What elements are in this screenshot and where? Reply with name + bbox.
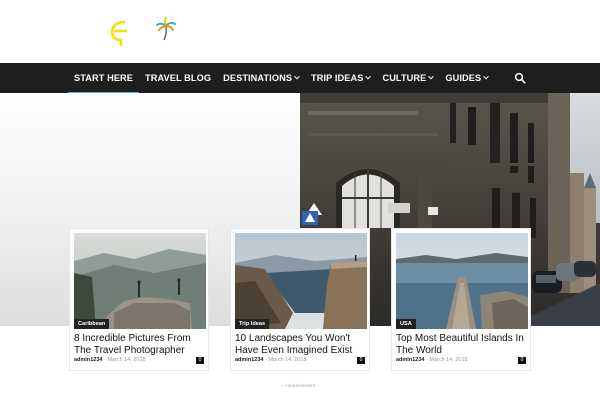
category-badge[interactable]: Caribbean	[74, 319, 110, 329]
article-meta: admin1234 - March 14, 2018	[235, 357, 307, 363]
nav-list: START HERE TRAVEL BLOG DESTINATIONS TRIP ID…	[68, 63, 494, 94]
article-image[interactable]: USA	[396, 233, 528, 329]
chevron-down-icon	[365, 73, 372, 80]
article-image[interactable]: Trip Ideas	[235, 233, 367, 329]
article-meta: admin1234 - March 14, 2018	[74, 357, 146, 363]
nav-item-culture[interactable]: CULTURE	[376, 63, 439, 93]
article-title[interactable]: 10 Landscapes You Won't Have Even Imagin…	[235, 333, 369, 356]
comment-count[interactable]: 0	[196, 357, 204, 364]
main-navigation: START HERE TRAVEL BLOG DESTINATIONS TRIP ID…	[0, 63, 600, 94]
nav-item-label: DESTINATIONS	[223, 73, 293, 83]
nav-item-trip-ideas[interactable]: TRIP IDEAS	[305, 63, 376, 93]
nav-item-start-here[interactable]: START HERE	[68, 63, 140, 94]
author-link[interactable]: admin1234	[235, 357, 263, 363]
page: START HERE TRAVEL BLOG DESTINATIONS TRIP ID…	[0, 0, 600, 400]
logo-mark-icon[interactable]	[104, 16, 140, 46]
article-card[interactable]: Caribbean 8 Incredible Pictures From The…	[69, 228, 209, 371]
advertisement-label: - Advertisement -	[281, 384, 319, 389]
article-date: March 14, 2018	[268, 357, 307, 363]
article-meta: admin1234 - March 14, 2018	[396, 357, 468, 363]
chevron-down-icon	[483, 73, 490, 80]
article-card[interactable]: USA Top Most Beautiful Islands In The Wo…	[391, 228, 531, 371]
chevron-down-icon	[428, 73, 435, 80]
author-link[interactable]: admin1234	[74, 357, 102, 363]
article-card[interactable]: Trip Ideas 10 Landscapes You Won't Have …	[230, 228, 370, 371]
site-header	[0, 0, 600, 63]
nav-item-label: TRAVEL BLOG	[145, 73, 212, 83]
nav-item-label: CULTURE	[382, 73, 427, 83]
article-image[interactable]: Caribbean	[74, 233, 206, 329]
article-title[interactable]: 8 Incredible Pictures From The Travel Ph…	[74, 333, 208, 356]
nav-item-guides[interactable]: GUIDES	[439, 63, 494, 93]
article-title[interactable]: Top Most Beautiful Islands In The World	[396, 333, 530, 356]
nav-item-travel-blog[interactable]: TRAVEL BLOG	[139, 63, 217, 93]
palm-tree-icon	[156, 17, 176, 41]
category-badge[interactable]: USA	[396, 319, 416, 329]
category-badge[interactable]: Trip Ideas	[235, 319, 270, 329]
nav-item-destinations[interactable]: DESTINATIONS	[217, 63, 305, 93]
article-date: March 14, 2018	[429, 357, 468, 363]
article-date: March 14, 2018	[107, 357, 146, 363]
nav-item-label: TRIP IDEAS	[311, 73, 364, 83]
nav-item-label: GUIDES	[445, 73, 482, 83]
nav-item-label: START HERE	[74, 73, 134, 83]
comment-count[interactable]: 0	[518, 357, 526, 364]
search-icon[interactable]	[514, 72, 526, 84]
comment-count[interactable]: 0	[357, 357, 365, 364]
author-link[interactable]: admin1234	[396, 357, 424, 363]
chevron-down-icon	[294, 73, 300, 80]
